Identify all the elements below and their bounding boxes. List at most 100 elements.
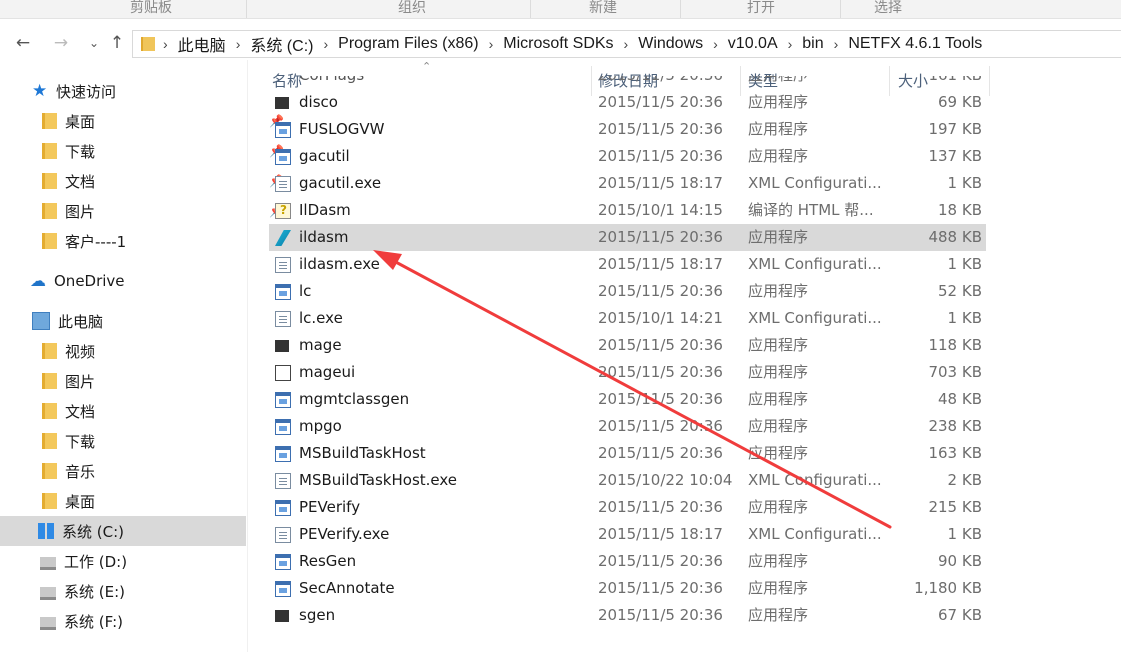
pane-divider[interactable] (247, 60, 248, 652)
file-size: 67 KB (938, 606, 982, 624)
chevron-right-icon[interactable]: › (713, 36, 718, 52)
file-type: 应用程序 (748, 579, 809, 597)
breadcrumb-this-pc[interactable]: 此电脑 (178, 32, 226, 56)
ribbon-separator (680, 0, 681, 18)
file-list: ⌃ 名称 修改日期 类型 大小 CorFlags 2015/11/5 20:36… (255, 60, 1121, 652)
table-row-partial[interactable]: CorFlags 2015/11/5 20:36 应用程序 161 KB (269, 76, 986, 89)
arrow-up-icon[interactable]: ↑ (106, 32, 128, 54)
sidebar-item-pictures[interactable]: 图片 📌 (0, 196, 288, 226)
table-row[interactable]: ildasm.exe 2015/11/5 18:17 XML Configurati… (269, 251, 986, 278)
table-row[interactable]: PEVerify.exe 2015/11/5 18:17 XML Configura… (269, 521, 986, 548)
folder-icon (42, 233, 57, 249)
file-size: 1 KB (947, 255, 982, 273)
table-row[interactable]: PEVerify 2015/11/5 20:36 应用程序 215 KB (269, 494, 986, 521)
chevron-right-icon[interactable]: › (834, 36, 839, 52)
table-row[interactable]: MSBuildTaskHost.exe 2015/10/22 10:04 XML C… (269, 467, 986, 494)
sidebar-item-desktop[interactable]: 桌面 📌 (0, 106, 288, 136)
sidebar-item-desktop-pc[interactable]: 桌面 (0, 486, 288, 516)
file-type: 应用程序 (748, 552, 809, 570)
chevron-down-icon[interactable]: ⌄ (83, 32, 105, 54)
file-type: 应用程序 (748, 76, 888, 89)
table-row[interactable]: FUSLOGVW 2015/11/5 20:36 应用程序 197 KB (269, 116, 986, 143)
table-row[interactable]: mpgo 2015/11/5 20:36 应用程序 238 KB (269, 413, 986, 440)
xml-config-file-icon (275, 311, 291, 327)
file-date: 2015/11/5 18:17 (598, 525, 723, 543)
sidebar-item-this-pc[interactable]: 此电脑 (0, 306, 278, 336)
table-row[interactable]: mgmtclassgen 2015/11/5 20:36 应用程序 48 KB (269, 386, 986, 413)
cloud-icon: ☁ (30, 271, 46, 290)
file-date: 2015/11/5 20:36 (598, 76, 738, 89)
drive-icon (40, 556, 56, 570)
file-type: 应用程序 (748, 147, 809, 165)
sidebar-item-drive-d[interactable]: 工作 (D:) (0, 546, 286, 576)
sidebar-item-documents[interactable]: 文档 📌 (0, 166, 288, 196)
application-icon (275, 500, 291, 516)
table-row[interactable]: gacutil 2015/11/5 20:36 应用程序 137 KB (269, 143, 986, 170)
address-bar[interactable]: › 此电脑 › 系统 (C:) › Program Files (x86) › … (132, 30, 1121, 58)
table-row[interactable]: mageui 2015/11/5 20:36 应用程序 703 KB (269, 359, 986, 386)
chevron-right-icon[interactable]: › (489, 36, 494, 52)
table-row[interactable]: sgen 2015/11/5 20:36 应用程序 67 KB (269, 602, 986, 629)
breadcrumb-v10[interactable]: v10.0A (728, 35, 778, 53)
chevron-right-icon[interactable]: › (236, 36, 241, 52)
breadcrumb-c-drive[interactable]: 系统 (C:) (250, 32, 313, 56)
table-row[interactable]: MSBuildTaskHost 2015/11/5 20:36 应用程序 163 KB (269, 440, 986, 467)
sidebar-item-downloads[interactable]: 下载 📌 (0, 136, 288, 166)
application-icon (275, 340, 289, 352)
breadcrumb-program-files[interactable]: Program Files (x86) (338, 35, 478, 53)
file-date: 2015/10/1 14:15 (598, 201, 723, 219)
chevron-right-icon[interactable]: › (788, 36, 793, 52)
star-icon: ★ (32, 81, 48, 101)
table-row[interactable]: ildasm 2015/11/5 20:36 应用程序 488 KB (269, 224, 986, 251)
table-row[interactable]: SecAnnotate 2015/11/5 20:36 应用程序 1,180 KB (269, 575, 986, 602)
sidebar-item-client[interactable]: 客户----1 (0, 226, 288, 256)
sidebar-item-label: OneDrive (54, 272, 125, 290)
sidebar-item-quick-access[interactable]: ★ 快速访问 (0, 76, 278, 106)
sidebar-item-label: 图片 (65, 202, 96, 221)
breadcrumb-windows[interactable]: Windows (638, 35, 703, 53)
xml-config-file-icon (275, 473, 291, 489)
file-size: 215 KB (928, 498, 982, 516)
arrow-left-icon[interactable]: ← (12, 32, 34, 54)
ribbon-group-open: 打开 (747, 0, 775, 16)
windows-drive-icon (38, 523, 54, 539)
sidebar-item-label: 音乐 (65, 462, 96, 481)
chevron-right-icon[interactable]: › (624, 36, 629, 52)
table-row[interactable]: ResGen 2015/11/5 20:36 应用程序 90 KB (269, 548, 986, 575)
table-row[interactable]: disco 2015/11/5 20:36 应用程序 69 KB (269, 89, 986, 116)
sidebar-item-videos[interactable]: 视频 (0, 336, 288, 366)
sidebar-item-pictures-pc[interactable]: 图片 (0, 366, 288, 396)
folder-icon (42, 113, 57, 129)
breadcrumb-netfx-tools[interactable]: NETFX 4.6.1 Tools (848, 35, 982, 53)
column-separator[interactable] (989, 66, 990, 96)
file-name: gacutil.exe (299, 174, 382, 192)
file-date: 2015/11/5 20:36 (598, 120, 723, 138)
navigation-bar: ← → ⌄ ↑ › 此电脑 › 系统 (C:) › Program Files … (0, 26, 1121, 60)
arrow-right-icon[interactable]: → (50, 32, 72, 54)
table-row[interactable]: mage 2015/11/5 20:36 应用程序 118 KB (269, 332, 986, 359)
table-row[interactable]: lc 2015/11/5 20:36 应用程序 52 KB (269, 278, 986, 305)
application-icon (275, 122, 291, 138)
sidebar-item-drive-c[interactable]: 系统 (C:) (0, 516, 246, 546)
breadcrumb-bin[interactable]: bin (802, 35, 823, 53)
file-size: 163 KB (928, 444, 982, 462)
file-name: mageui (299, 363, 356, 381)
sidebar-item-label: 系统 (F:) (64, 612, 123, 631)
file-type: 编译的 HTML 帮... (748, 201, 874, 219)
breadcrumb-microsoft-sdks[interactable]: Microsoft SDKs (503, 35, 613, 53)
sidebar-item-onedrive[interactable]: ☁ OneDrive (0, 266, 276, 296)
table-row[interactable]: lc.exe 2015/10/1 14:21 XML Configurati... 1… (269, 305, 986, 332)
sidebar-item-drive-e[interactable]: 系统 (E:) (0, 576, 286, 606)
sidebar-item-music[interactable]: 音乐 (0, 456, 288, 486)
file-date: 2015/11/5 20:36 (598, 93, 723, 111)
chevron-right-icon[interactable]: › (323, 36, 328, 52)
table-row[interactable]: IlDasm 2015/10/1 14:15 编译的 HTML 帮... 18 KB (269, 197, 986, 224)
music-folder-icon (42, 463, 57, 479)
sidebar-item-documents-pc[interactable]: 文档 (0, 396, 288, 426)
file-name: FUSLOGVW (299, 120, 385, 138)
sidebar-item-downloads-pc[interactable]: 下载 (0, 426, 288, 456)
computer-icon (32, 312, 50, 330)
sidebar-item-drive-f[interactable]: 系统 (F:) (0, 606, 286, 636)
table-row[interactable]: gacutil.exe 2015/11/5 18:17 XML Configurat… (269, 170, 986, 197)
chevron-right-icon: › (163, 36, 168, 52)
